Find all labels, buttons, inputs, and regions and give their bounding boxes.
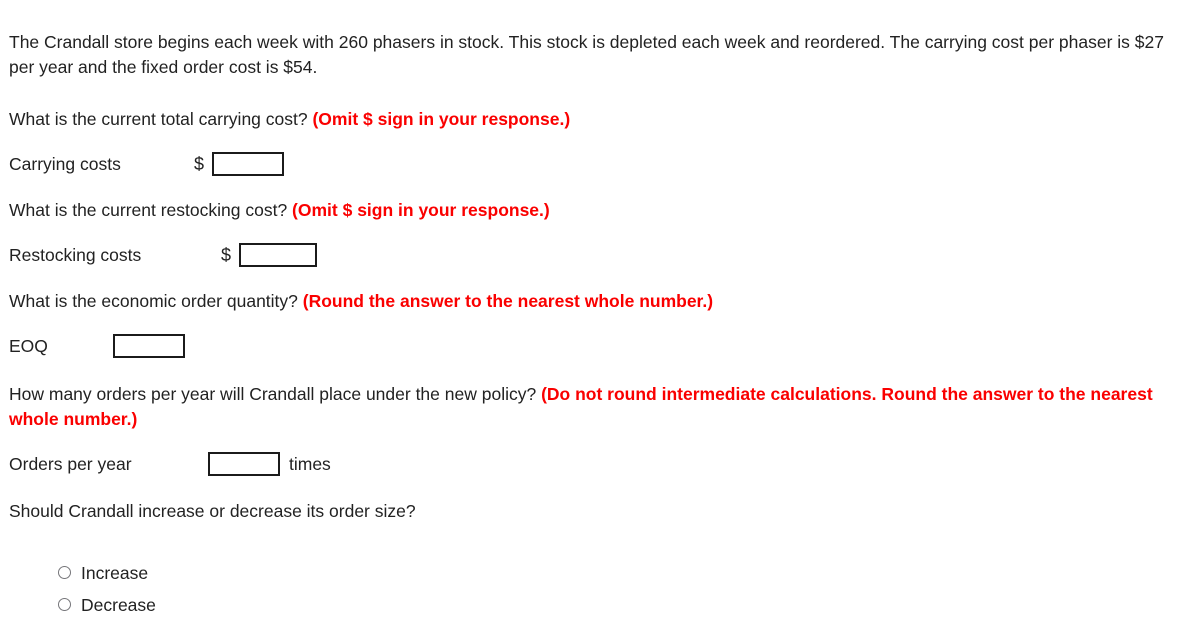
question-orders-per-year: How many orders per year will Crandall p… [9, 382, 1184, 432]
question-page: The Crandall store begins each week with… [0, 0, 1200, 625]
question-carrying-cost-text: What is the current total carrying cost? [9, 109, 313, 129]
question-order-size-direction-text: Should Crandall increase or decrease its… [9, 501, 416, 521]
order-size-choice-group: Increase Decrease [9, 559, 1200, 618]
question-orders-per-year-text: How many orders per year will Crandall p… [9, 384, 542, 404]
answer-row-eoq: EOQ [9, 334, 1200, 358]
radio-option-decrease-label: Decrease [81, 594, 156, 615]
orders-per-year-input[interactable] [208, 452, 280, 476]
answer-row-restocking-costs: Restocking costs $ [9, 243, 1200, 267]
dollar-sign-icon: $ [221, 245, 232, 265]
radio-option-increase-label: Increase [81, 562, 149, 583]
answer-row-orders-per-year: Orders per year times [9, 452, 1200, 476]
radio-option-decrease[interactable]: Decrease [58, 591, 1200, 618]
restocking-costs-label: Restocking costs [9, 245, 142, 265]
question-eoq-text: What is the economic order quantity? [9, 291, 303, 311]
answer-row-carrying-costs: Carrying costs $ [9, 152, 1200, 176]
orders-per-year-label: Orders per year [9, 454, 132, 474]
carrying-costs-input[interactable] [212, 152, 285, 176]
question-carrying-cost-hint: (Omit $ sign in your response.) [312, 109, 571, 129]
question-order-size-direction: Should Crandall increase or decrease its… [9, 499, 1184, 524]
question-restocking-cost: What is the current restocking cost? (Om… [9, 198, 1184, 223]
question-eoq-hint: (Round the answer to the nearest whole n… [302, 291, 714, 311]
question-carrying-cost: What is the current total carrying cost?… [9, 107, 1184, 132]
question-restocking-cost-text: What is the current restocking cost? [9, 200, 293, 220]
question-eoq: What is the economic order quantity? (Ro… [9, 289, 1184, 314]
radio-circle-icon[interactable] [58, 566, 71, 579]
problem-statement: The Crandall store begins each week with… [9, 32, 1164, 77]
radio-option-increase[interactable]: Increase [58, 559, 1200, 586]
eoq-label: EOQ [9, 336, 48, 356]
carrying-costs-label: Carrying costs [9, 154, 121, 174]
dollar-sign-icon: $ [194, 154, 205, 174]
orders-per-year-unit: times [289, 454, 331, 474]
restocking-costs-input[interactable] [239, 243, 318, 267]
eoq-input[interactable] [113, 334, 185, 358]
question-restocking-cost-hint: (Omit $ sign in your response.) [292, 200, 550, 220]
radio-circle-icon[interactable] [58, 598, 71, 611]
